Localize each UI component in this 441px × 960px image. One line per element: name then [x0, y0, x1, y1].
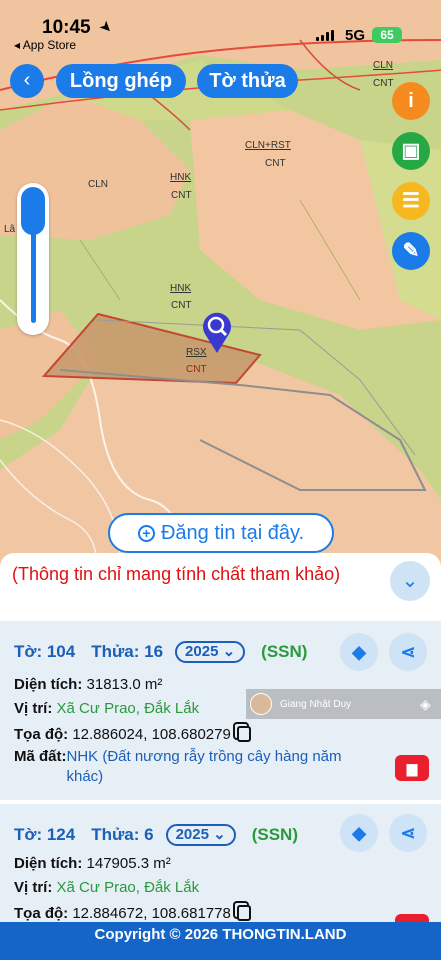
list-icon: ☰	[402, 190, 420, 212]
location-label: Vị trí:	[14, 879, 53, 896]
directions-icon: ◆	[352, 642, 366, 662]
zoom-thumb[interactable]	[21, 187, 45, 235]
copy-icon[interactable]	[236, 905, 251, 921]
network-type: 5G	[345, 27, 366, 44]
tab-overlay[interactable]: Lồng ghép	[56, 64, 186, 98]
share-button[interactable]: ⋖	[389, 633, 427, 671]
directions-button[interactable]: ◆	[340, 814, 378, 852]
location-value: Xã Cư Prao, Đắk Lắk	[56, 700, 200, 717]
user-overlay: Giang Nhật Duy ◈	[246, 689, 441, 719]
landcode-row: Mã đất:NHK (Đất nương rẫy trồng cây hàng…	[14, 747, 374, 787]
coords-label: Tọa độ:	[14, 726, 69, 743]
parcel-number: Thửa: 16	[91, 642, 164, 661]
directions-button[interactable]: ◆	[340, 633, 378, 671]
chevron-down-icon: ⌄	[401, 570, 419, 592]
coords-value: 12.886024, 108.680279	[72, 726, 231, 743]
year-select[interactable]: 2025 ⌄	[165, 824, 236, 846]
parcel-card[interactable]: Tờ: 124 Thửa: 6 2025 ⌄ (SSN) ◆ ⋖ Diện tí…	[0, 800, 441, 926]
source-tag: (SSN)	[261, 642, 308, 661]
map-label: CNT	[265, 158, 286, 169]
location-label: Vị trí:	[14, 700, 53, 717]
signal-icon	[316, 30, 334, 41]
map-label: CNT	[186, 364, 207, 375]
edit-icon: ✎	[402, 240, 420, 262]
coords-row: Tọa độ: 12.886024, 108.680279	[14, 723, 251, 745]
year-select[interactable]: 2025 ⌄	[175, 641, 246, 663]
map-label: CLN	[373, 60, 394, 71]
map-label: CNT	[171, 190, 192, 201]
share-icon: ⋖	[400, 642, 416, 662]
area-row: Diện tích: 147905.3 m²	[14, 854, 171, 874]
share-icon: ⋖	[400, 823, 416, 843]
area-value: 147905.3 m²	[86, 855, 171, 872]
landcode-label: Mã đất:	[14, 748, 67, 765]
avatar	[250, 693, 272, 715]
sheet-number: Tờ: 124	[14, 825, 76, 844]
location-row: Vị trí: Xã Cư Prao, Đắk Lắk	[14, 699, 199, 719]
location-search-marker-icon[interactable]	[200, 310, 234, 354]
directions-icon: ◆	[352, 823, 366, 843]
save-icon: ▣	[401, 140, 421, 162]
area-row: Diện tích: 31813.0 m²	[14, 675, 162, 695]
copy-icon[interactable]	[236, 726, 251, 742]
plus-icon: +	[137, 524, 155, 542]
area-value: 31813.0 m²	[86, 676, 163, 693]
landcode-value: NHK (Đất nương rẫy trồng cây hàng năm kh…	[66, 748, 342, 785]
parcel-card-title: Tờ: 124 Thửa: 6 2025 ⌄ (SSN)	[14, 824, 298, 846]
map-label: HNK	[170, 283, 192, 294]
coords-label: Tọa độ:	[14, 905, 69, 922]
year-value: 2025	[175, 826, 209, 843]
chevron-left-icon: ‹	[23, 69, 31, 91]
parcel-number: Thửa: 6	[91, 825, 154, 844]
disclaimer-text: (Thông tin chỉ mang tính chất tham khảo)	[12, 564, 341, 584]
map-label: Lâ	[4, 224, 16, 235]
post-listing-label: Đăng tin tại đây.	[160, 521, 305, 544]
parcel-card-title: Tờ: 104 Thửa: 16 2025 ⌄ (SSN)	[14, 641, 307, 663]
map-label: CNT	[171, 300, 192, 311]
map-label: CLN	[88, 179, 109, 190]
battery-icon: 65	[372, 27, 402, 43]
info-panel-header: (Thông tin chỉ mang tính chất tham khảo)…	[0, 553, 441, 617]
year-value: 2025	[185, 643, 219, 660]
copyright-footer: Copyright © 2026 THONGTIN.LAND	[0, 922, 441, 960]
post-listing-button[interactable]: + Đăng tin tại đây.	[108, 513, 334, 553]
back-button[interactable]: ‹	[10, 64, 44, 98]
map-label: CLN+RST	[245, 140, 291, 151]
collapse-button[interactable]: ⌄	[390, 561, 430, 601]
coords-value: 12.884672, 108.681778	[72, 905, 231, 922]
delete-button[interactable]: ▆	[395, 755, 429, 781]
share-button[interactable]: ⋖	[389, 814, 427, 852]
location-value: Xã Cư Prao, Đắk Lắk	[56, 879, 200, 896]
info-icon: i	[408, 90, 414, 112]
back-to-app-store[interactable]: ◂ App Store	[14, 38, 76, 52]
map-label: CNT	[373, 78, 394, 89]
layers-icon: ◈	[420, 696, 431, 712]
tab-parcel[interactable]: Tờ thửa	[197, 64, 298, 98]
status-time: 10:45	[42, 17, 91, 38]
save-button[interactable]: ▣	[392, 132, 430, 170]
area-label: Diện tích:	[14, 855, 83, 872]
location-row: Vị trí: Xã Cư Prao, Đắk Lắk	[14, 878, 199, 898]
user-name: Giang Nhật Duy	[280, 698, 352, 710]
info-button[interactable]: i	[392, 82, 430, 120]
zoom-slider[interactable]	[17, 183, 49, 335]
coords-row: Tọa độ: 12.884672, 108.681778	[14, 902, 251, 924]
area-label: Diện tích:	[14, 676, 83, 693]
edit-button[interactable]: ✎	[392, 232, 430, 270]
source-tag: (SSN)	[251, 825, 298, 844]
sheet-number: Tờ: 104	[14, 642, 76, 661]
map-label: HNK	[170, 172, 192, 183]
list-button[interactable]: ☰	[392, 182, 430, 220]
trash-icon: ▆	[406, 760, 418, 776]
